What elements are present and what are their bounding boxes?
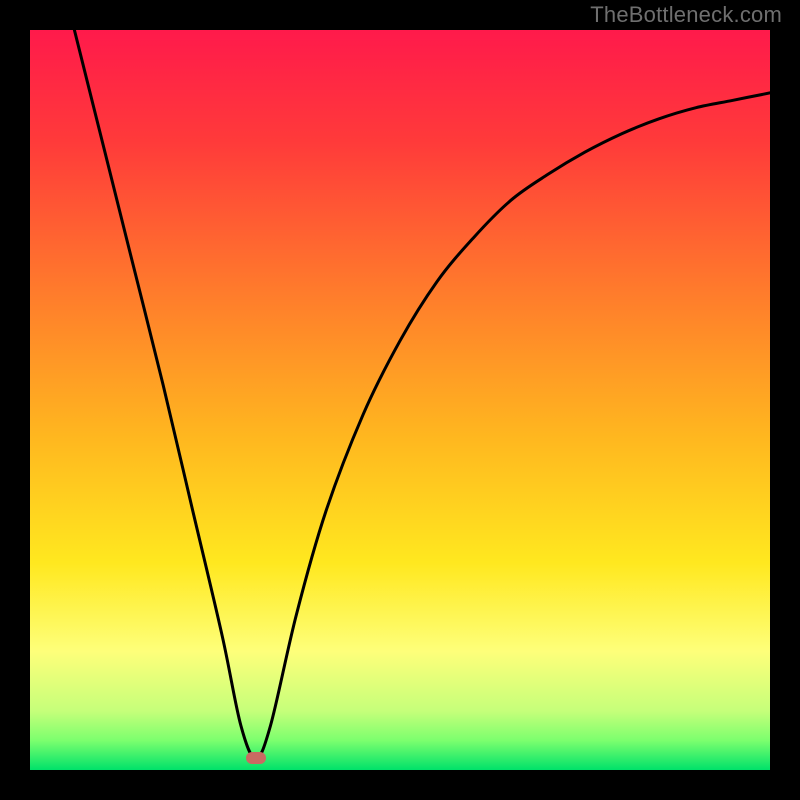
plot-gradient-background <box>30 30 770 770</box>
watermark-text: TheBottleneck.com <box>590 2 782 28</box>
chart-frame: TheBottleneck.com <box>0 0 800 800</box>
